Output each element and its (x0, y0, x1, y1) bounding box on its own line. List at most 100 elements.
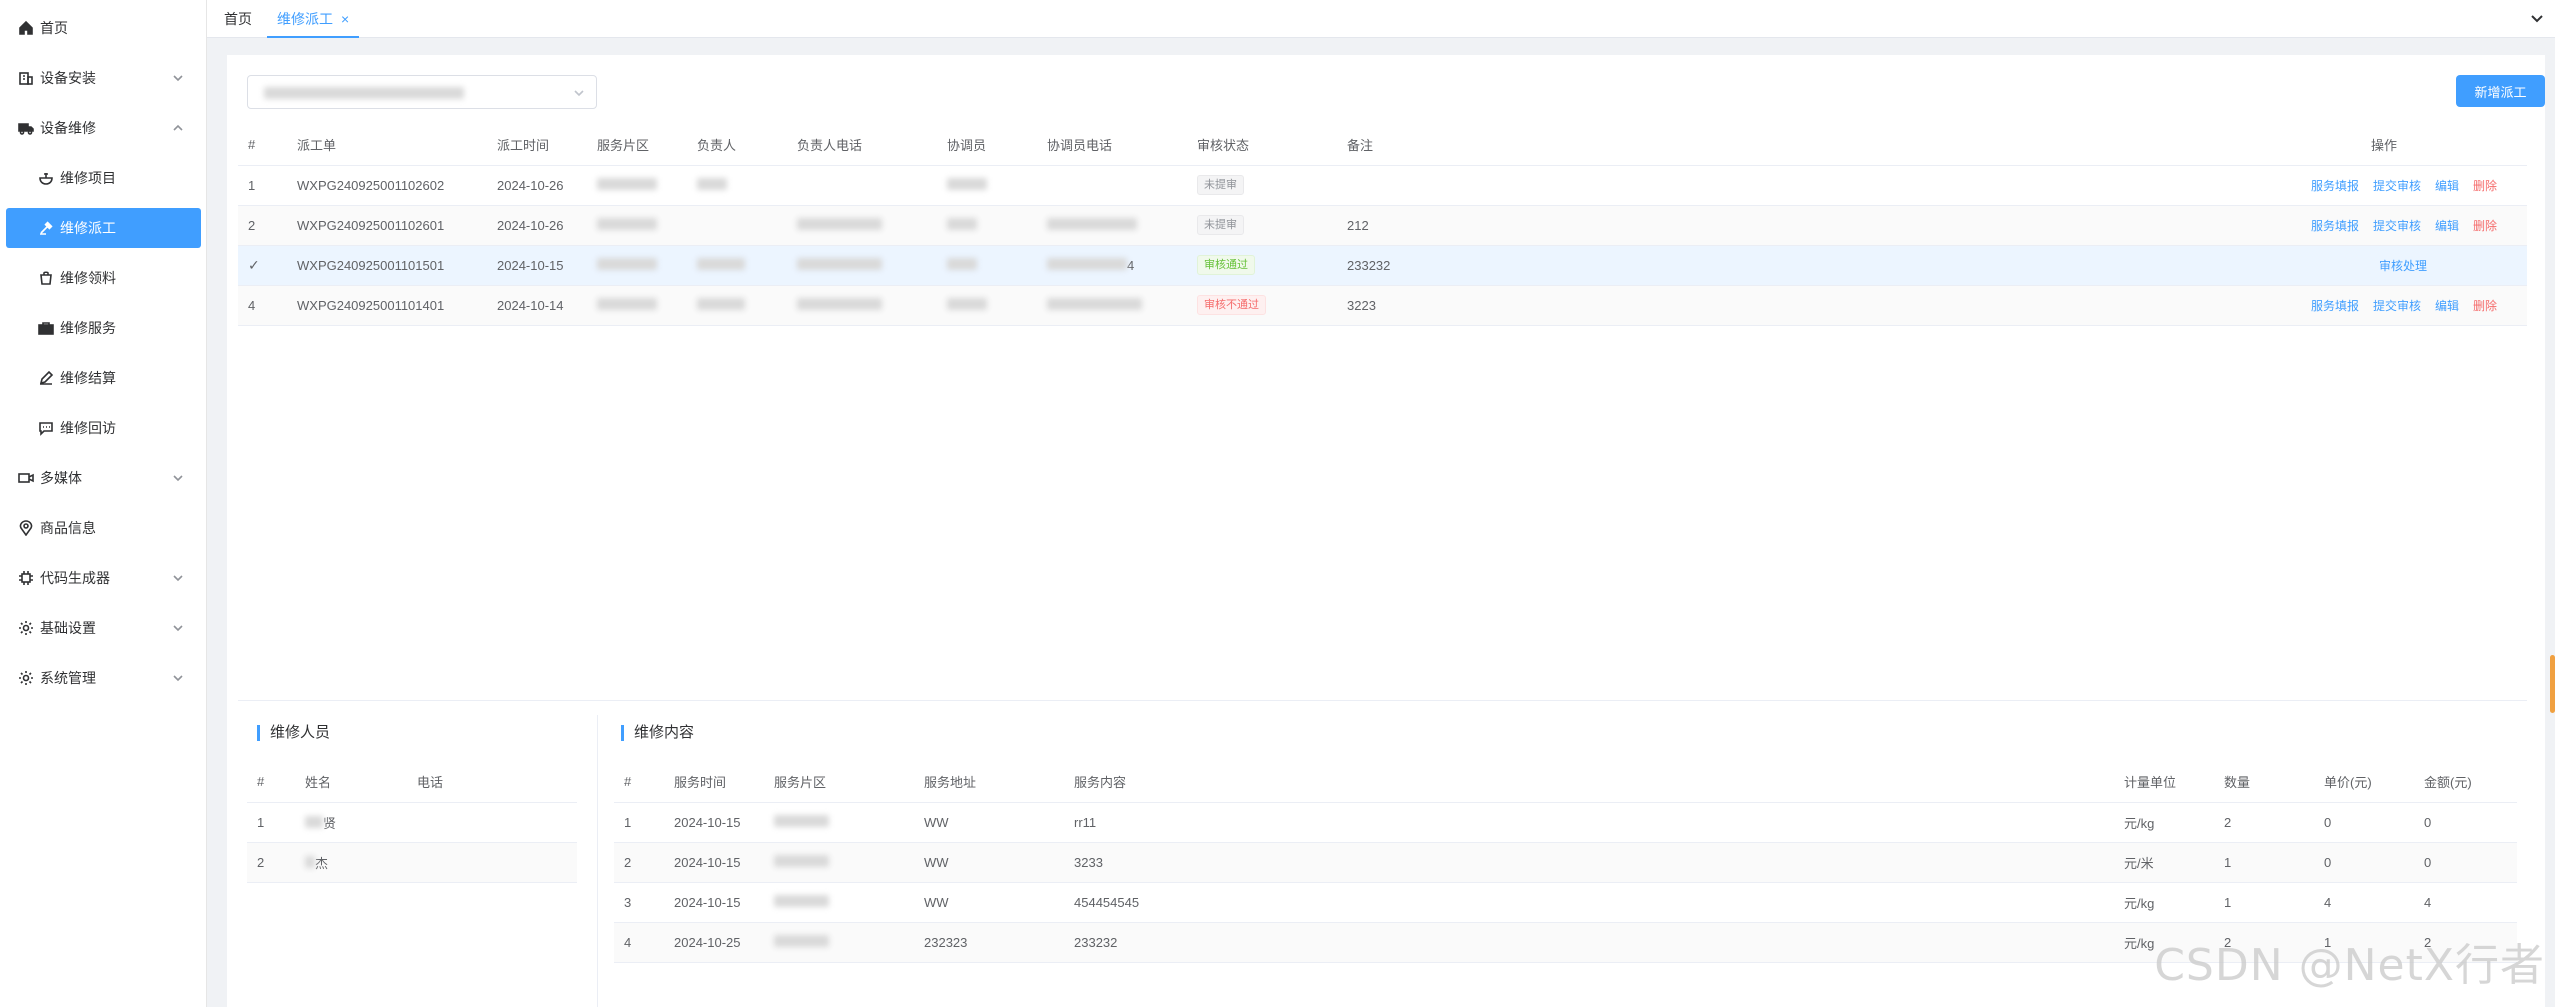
row-index: 4 (238, 285, 287, 326)
sidebar-item-media[interactable]: 多媒体 (0, 458, 207, 498)
sidebar-item-system[interactable]: 系统管理 (0, 658, 207, 698)
chevron-down-icon (171, 571, 185, 585)
col-header: 电话 (407, 762, 577, 803)
truck-icon (18, 120, 34, 136)
table-row-selected[interactable]: ✓ WXPG240925001101501 2024-10-15 4 审核通过 … (238, 245, 2527, 286)
coordinator-phone (1037, 165, 1187, 206)
sidebar-item-label: 维修结算 (60, 370, 116, 386)
tab-home[interactable]: 首页 (224, 0, 252, 38)
col-header: 服务片区 (587, 125, 687, 166)
watermark: CSDN @NetX行者 (2154, 940, 2545, 991)
delete-link[interactable]: 删除 (2473, 219, 2497, 233)
sidebar-item-repair-settlement[interactable]: 维修结算 (0, 358, 207, 398)
col-header: 姓名 (295, 762, 407, 803)
col-header: 协调员电话 (1037, 125, 1187, 166)
col-header: 服务片区 (764, 762, 914, 803)
video-icon (18, 470, 34, 486)
chip-icon (18, 570, 34, 586)
owner-phone (787, 165, 937, 206)
remark: 212 (1337, 205, 1817, 246)
sidebar-item-label: 多媒体 (40, 470, 82, 486)
section-title-staff: 维修人员 (257, 725, 330, 741)
sidebar-item-repair-dispatch[interactable]: 维修派工 (6, 208, 201, 248)
order-no: WXPG240925001101501 (287, 245, 487, 286)
table-row[interactable]: 2 WXPG240925001102601 2024-10-26 未提审 212… (238, 205, 2527, 246)
location-icon (18, 520, 34, 536)
edit-link[interactable]: 编辑 (2435, 299, 2459, 313)
chevron-down-icon (171, 471, 185, 485)
unit-price: 0 (2314, 842, 2414, 883)
col-header: 派工单 (287, 125, 487, 166)
table-row[interactable]: 1 WXPG240925001102602 2024-10-26 未提审 服务填… (238, 165, 2527, 206)
status-badge: 审核通过 (1197, 255, 1255, 275)
coordinator-redacted (937, 245, 1037, 286)
table-row[interactable]: 1 2024-10-15 WW rr11 元/kg 2 0 0 (614, 802, 2517, 843)
close-icon[interactable]: × (341, 11, 349, 27)
sidebar-item-repair[interactable]: 设备维修 (0, 108, 207, 148)
sidebar-item-repair-visit[interactable]: 维修回访 (0, 408, 207, 448)
scroll-handle[interactable] (2550, 655, 2555, 713)
chevron-down-icon (171, 671, 185, 685)
sidebar-item-repair-service[interactable]: 维修服务 (0, 308, 207, 348)
tab-repair-dispatch[interactable]: 维修派工 × (267, 0, 360, 38)
sidebar-item-goods[interactable]: 商品信息 (0, 508, 207, 548)
table-row[interactable]: 3 2024-10-15 WW 454454545 元/kg 1 4 4 (614, 882, 2517, 923)
sidebar-item-repair-project[interactable]: 维修项目 (0, 158, 207, 198)
dispatch-time: 2024-10-26 (487, 205, 587, 246)
edit-link[interactable]: 编辑 (2435, 219, 2459, 233)
table-row[interactable]: 1 贤 (247, 802, 577, 843)
sidebar-item-label: 系统管理 (40, 670, 96, 686)
submit-review-link[interactable]: 提交审核 (2373, 299, 2421, 313)
sidebar-item-codegen[interactable]: 代码生成器 (0, 558, 207, 598)
service-time: 2024-10-15 (664, 882, 764, 923)
chevron-down-icon (572, 86, 586, 100)
add-dispatch-button[interactable]: 新增派工 (2456, 75, 2545, 107)
check-icon: ✓ (248, 256, 260, 273)
delete-link[interactable]: 删除 (2473, 299, 2497, 313)
coordinator-redacted (937, 285, 1037, 326)
sidebar-item-home[interactable]: 首页 (0, 8, 207, 48)
submit-review-link[interactable]: 提交审核 (2373, 219, 2421, 233)
service-content: rr11 (1064, 802, 2114, 843)
briefcase-icon (38, 320, 54, 336)
submit-review-link[interactable]: 提交审核 (2373, 179, 2421, 193)
home-icon (18, 20, 34, 36)
sidebar-item-label: 维修服务 (60, 320, 116, 336)
unit-price: 0 (2314, 802, 2414, 843)
table-row[interactable]: 2 杰 (247, 842, 577, 883)
table-row[interactable]: 2 2024-10-15 WW 3233 元/米 1 0 0 (614, 842, 2517, 883)
col-header: 计量单位 (2114, 762, 2214, 803)
sidebar-item-install[interactable]: 设备安装 (0, 58, 207, 98)
table-row[interactable]: 4 WXPG240925001101401 2024-10-14 审核不通过 3… (238, 285, 2527, 326)
col-header: 服务内容 (1064, 762, 2114, 803)
amount: 0 (2414, 802, 2517, 843)
staff-phone (407, 802, 577, 843)
area-redacted (587, 205, 687, 246)
service-fill-link[interactable]: 服务填报 (2311, 219, 2359, 233)
review-process-link[interactable]: 审核处理 (2379, 259, 2427, 273)
sidebar-item-label: 维修项目 (60, 170, 116, 186)
sidebar-item-repair-material[interactable]: 维修领料 (0, 258, 207, 298)
col-header: 操作 (1817, 125, 2527, 166)
col-header: 服务地址 (914, 762, 1064, 803)
service-address: WW (914, 882, 1064, 923)
coordinator-phone-redacted: 4 (1037, 245, 1187, 286)
row-index: 2 (614, 842, 664, 883)
filter-select[interactable] (247, 75, 597, 109)
order-no: WXPG240925001101401 (287, 285, 487, 326)
col-header: # (238, 125, 287, 166)
owner-phone-redacted (787, 285, 937, 326)
service-time: 2024-10-15 (664, 842, 764, 883)
service-fill-link[interactable]: 服务填报 (2311, 179, 2359, 193)
coordinator-phone-redacted (1037, 285, 1187, 326)
building-icon (18, 70, 34, 86)
edit-link[interactable]: 编辑 (2435, 179, 2459, 193)
sidebar-item-base-settings[interactable]: 基础设置 (0, 608, 207, 648)
chevron-down-icon[interactable] (2529, 11, 2545, 27)
divider (597, 715, 598, 1007)
delete-link[interactable]: 删除 (2473, 179, 2497, 193)
service-fill-link[interactable]: 服务填报 (2311, 299, 2359, 313)
sidebar-item-label: 维修领料 (60, 270, 116, 286)
main-panel: 新增派工 # 派工单 派工时间 服务片区 负责人 负责人电话 协调员 协调员电话… (227, 55, 2545, 1007)
chevron-up-icon (171, 121, 185, 135)
